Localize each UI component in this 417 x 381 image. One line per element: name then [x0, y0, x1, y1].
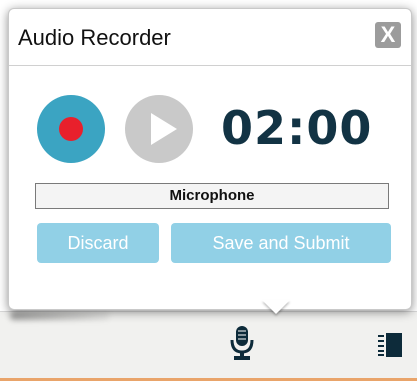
- dialog-title-bar: Audio Recorder X: [9, 9, 411, 66]
- save-and-submit-button[interactable]: Save and Submit: [171, 223, 391, 263]
- list-icon[interactable]: [378, 333, 402, 357]
- play-icon: [151, 113, 177, 145]
- microphone-icon[interactable]: [230, 326, 254, 360]
- record-icon: [59, 117, 83, 141]
- timer-display: 02:00: [221, 101, 373, 155]
- dialog-title: Audio Recorder: [18, 25, 171, 50]
- play-button[interactable]: [125, 95, 193, 163]
- dialog-pointer: [262, 300, 290, 314]
- bottom-toolbar: [0, 311, 417, 381]
- record-button[interactable]: [37, 95, 105, 163]
- close-button[interactable]: X: [375, 22, 401, 48]
- shadow-decoration: [10, 312, 110, 320]
- audio-recorder-dialog: Audio Recorder X 02:00 Microphone Discar…: [8, 8, 412, 310]
- input-source-label: Microphone: [35, 183, 389, 209]
- screen: Audio Recorder X 02:00 Microphone Discar…: [0, 0, 417, 381]
- discard-button[interactable]: Discard: [37, 223, 159, 263]
